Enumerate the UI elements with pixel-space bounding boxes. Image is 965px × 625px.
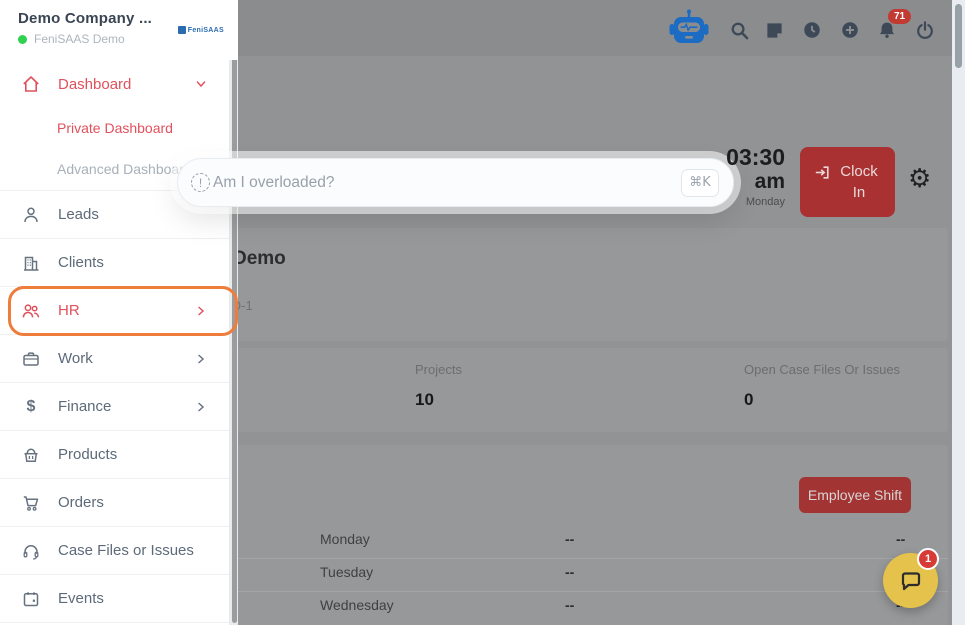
sidebar-item-label: HR — [58, 302, 80, 319]
cart-icon — [20, 493, 42, 513]
workspace-name: FeniSAAS Demo — [34, 32, 125, 46]
sidebar-item-orders[interactable]: Orders — [0, 479, 229, 527]
sidebar-subitem-label: Advanced Dashboard — [57, 161, 192, 177]
clock-icon[interactable] — [803, 21, 821, 39]
page-scrollbar[interactable] — [952, 0, 965, 625]
row-divider — [170, 591, 948, 592]
shift-day: Monday — [320, 531, 370, 547]
info-dashed-icon: ! — [191, 173, 210, 192]
chat-unread-badge: 1 — [917, 548, 939, 570]
home-icon — [20, 74, 42, 94]
sidebar-item-label: Dashboard — [58, 75, 132, 93]
logo-text: FeniSAAS — [187, 26, 224, 34]
stat-projects: Projects 10 — [415, 362, 462, 410]
sidebar-item-label: Leads — [58, 206, 99, 223]
shift-day: Wednesday — [320, 597, 394, 613]
sidebar-item-hr[interactable]: HR — [0, 287, 229, 335]
clock-in-button[interactable]: Clock In — [800, 147, 895, 217]
sidebar-item-label: Orders — [58, 494, 104, 511]
stat-label: Open Case Files Or Issues — [744, 362, 901, 377]
settings-gear-icon[interactable]: ⚙ — [908, 166, 931, 192]
shift-value: -- — [565, 597, 575, 613]
headset-icon — [20, 541, 42, 561]
users-icon — [20, 301, 42, 321]
shift-day: Tuesday — [320, 564, 374, 580]
shift-value: -- — [896, 531, 906, 547]
keyboard-shortcut-chip: ⌘K — [681, 168, 719, 197]
logo-mark — [177, 26, 186, 34]
clock-meridiem: am — [754, 170, 785, 193]
chevron-right-icon — [193, 399, 209, 415]
sidebar-item-case-files[interactable]: Case Files or Issues — [0, 527, 229, 575]
sidebar-scrollbar[interactable] — [229, 56, 238, 625]
sidebar-menu: Dashboard Private Dashboard Advanced Das… — [0, 60, 229, 623]
sidebar-item-clients[interactable]: Clients — [0, 239, 229, 287]
shift-value: -- — [565, 564, 575, 580]
basket-icon — [20, 445, 42, 465]
stat-open-cases: Open Case Files Or Issues 0 — [744, 362, 900, 410]
app-window: 71 Demo O-1 Projects 10 Open Case Files … — [0, 0, 965, 625]
ai-robot-icon[interactable] — [668, 9, 710, 49]
sidebar-item-label: Finance — [58, 398, 112, 415]
sidebar-item-label: Case Files or Issues — [58, 542, 194, 559]
company-header[interactable]: Demo Company ... FeniSAAS Demo FeniSAAS — [0, 0, 238, 60]
chevron-right-icon — [193, 303, 209, 319]
notes-icon[interactable] — [765, 21, 784, 40]
page-scrollbar-thumb[interactable] — [955, 4, 962, 68]
overview-title: Demo — [233, 248, 286, 269]
dollar-icon: $ — [26, 397, 36, 415]
fenisaas-logo: FeniSAAS — [177, 26, 224, 34]
person-icon — [20, 205, 42, 225]
chevron-right-icon — [193, 351, 209, 367]
sidebar-item-private-dashboard[interactable]: Private Dashboard — [0, 108, 229, 148]
sidebar-item-label: Work — [58, 350, 93, 367]
calendar-icon — [20, 589, 42, 609]
sidebar-scrollbar-thumb[interactable] — [231, 58, 237, 623]
power-icon[interactable] — [915, 20, 935, 40]
chat-bubble-icon — [898, 568, 924, 594]
sidebar-item-label: Products — [58, 446, 118, 463]
command-search-bar[interactable]: ! ⌘K — [177, 158, 734, 207]
search-icon[interactable] — [730, 21, 749, 40]
sidebar-subitem-label: Private Dashboard — [57, 120, 173, 136]
employee-shift-card: Employee Shift Monday -- -- Tuesday -- -… — [170, 445, 948, 625]
sidebar-item-products[interactable]: Products — [0, 431, 229, 479]
stat-value: 10 — [415, 390, 434, 409]
sidebar-item-label: Clients — [58, 254, 104, 271]
stat-value: 0 — [744, 390, 754, 409]
clock-in-label: Clock In — [840, 163, 878, 201]
briefcase-icon — [20, 349, 42, 369]
company-name: Demo Company ... — [18, 10, 153, 27]
building-icon — [20, 253, 42, 273]
search-input[interactable] — [213, 173, 681, 192]
notification-count-badge: 71 — [888, 9, 911, 24]
chevron-down-icon — [193, 76, 209, 92]
clock-day: Monday — [745, 196, 785, 208]
stats-card: Projects 10 Open Case Files Or Issues 0 — [170, 348, 948, 432]
shift-value: -- — [565, 531, 575, 547]
employee-shift-button[interactable]: Employee Shift — [799, 477, 911, 513]
login-icon — [814, 164, 831, 181]
online-status-dot — [18, 34, 27, 44]
sidebar-item-dashboard[interactable]: Dashboard — [0, 60, 229, 108]
sidebar-item-events[interactable]: Events — [0, 575, 229, 623]
overview-card: Demo O-1 — [170, 228, 948, 341]
add-icon[interactable] — [841, 21, 859, 39]
sidebar-item-label: Events — [58, 590, 104, 607]
clock-widget: 03:30 am Monday — [726, 144, 785, 210]
sidebar-item-work[interactable]: Work — [0, 335, 229, 383]
clock-time: 03:30 — [726, 144, 785, 170]
row-divider — [170, 558, 948, 559]
sidebar: Demo Company ... FeniSAAS Demo FeniSAAS … — [0, 0, 238, 625]
stat-label: Projects — [415, 362, 462, 377]
sidebar-item-finance[interactable]: $ Finance — [0, 383, 229, 431]
